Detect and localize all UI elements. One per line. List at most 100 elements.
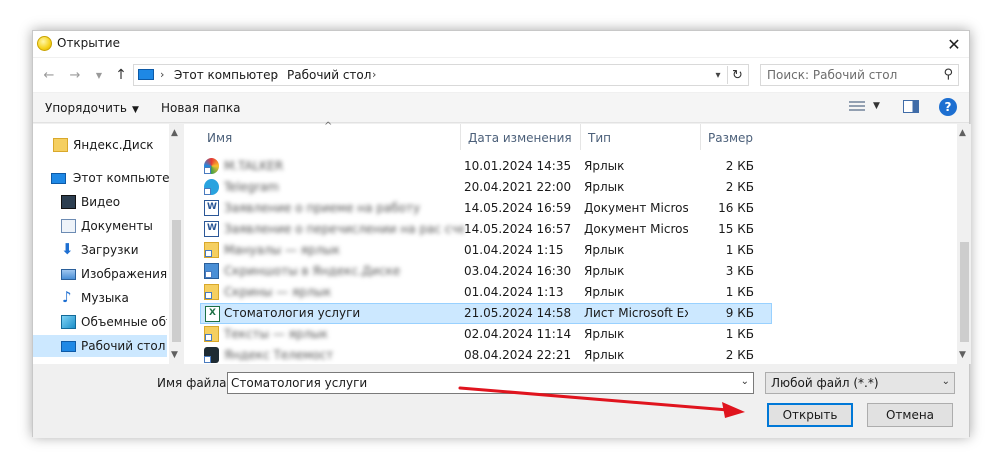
word-document-icon — [204, 200, 219, 216]
scroll-up-icon[interactable]: ▲ — [171, 128, 178, 138]
file-row[interactable]: Заявление о приеме на работу 14.05.2024 … — [200, 198, 772, 219]
file-list-scroll-thumb[interactable] — [960, 242, 969, 342]
file-row[interactable]: Мануалы — ярлык 01.04.2024 1:15 Ярлык 1 … — [200, 240, 772, 261]
3d-objects-icon — [61, 315, 76, 329]
column-header-date[interactable]: Дата изменения — [461, 124, 581, 150]
breadcrumb-separator-icon[interactable]: › — [274, 68, 278, 81]
organize-button[interactable]: Упорядочить ▼ — [45, 101, 139, 115]
file-date: 14.05.2024 16:57 — [464, 222, 572, 236]
recent-locations-chevron-down-icon[interactable]: ▼ — [89, 66, 109, 84]
breadcrumb-desktop[interactable]: Рабочий стол — [287, 68, 371, 82]
file-type: Ярлык — [584, 159, 625, 173]
file-name: M.TALKER — [224, 159, 284, 173]
file-date: 03.04.2024 16:30 — [464, 264, 572, 278]
nav-item-label: Документы — [81, 219, 153, 233]
column-header-type[interactable]: Тип — [581, 124, 701, 150]
file-list: ^ Имя Дата изменения Тип Размер M.TALKER… — [184, 121, 971, 366]
open-button[interactable]: Открыть — [767, 403, 853, 427]
file-type: Ярлык — [584, 327, 625, 341]
nav-item-downloads[interactable]: ⬇ Загрузки — [33, 239, 167, 261]
up-arrow-icon[interactable]: ↑ — [111, 66, 131, 84]
refresh-icon[interactable]: ↻ — [727, 66, 747, 84]
filename-input[interactable]: Стоматология услуги ⌄ — [227, 372, 754, 394]
file-name: Стоматология услуги — [224, 306, 361, 320]
view-options-chevron-down-icon[interactable]: ▼ — [873, 101, 880, 111]
file-name: Яндекс Телемост — [224, 348, 334, 362]
scroll-up-icon[interactable]: ▲ — [959, 128, 966, 138]
this-pc-icon — [51, 173, 66, 184]
view-options-icon[interactable] — [849, 101, 865, 113]
file-row[interactable]: Telegram 20.04.2021 22:00 Ярлык 2 КБ — [200, 177, 772, 198]
address-history-chevron-down-icon[interactable]: ▾ — [710, 67, 726, 83]
nav-item-video[interactable]: Видео — [33, 191, 167, 213]
organize-label: Упорядочить — [45, 101, 127, 115]
chevron-down-icon: ▼ — [131, 105, 139, 115]
forward-arrow-icon[interactable]: → — [65, 66, 85, 84]
file-row-selected[interactable]: Стоматология услуги 21.05.2024 14:58 Лис… — [200, 303, 772, 324]
file-type-filter-select[interactable]: Любой файл (*.*) ⌄ — [765, 372, 955, 394]
nav-item-this-pc[interactable]: Этот компьютер — [33, 167, 177, 189]
close-button[interactable]: ✕ — [939, 31, 969, 57]
file-size: 2 КБ — [725, 180, 754, 194]
nav-scroll-thumb[interactable] — [172, 220, 181, 342]
file-name: Telegram — [224, 180, 279, 194]
nav-item-label: Объемные объ — [81, 315, 167, 329]
address-bar[interactable]: › Этот компьютер › Рабочий стол › ▾ ↻ — [133, 64, 749, 86]
nav-item-yandex-disk[interactable]: Яндекс.Диск — [33, 134, 167, 156]
file-type-filter-value: Любой файл (*.*) — [771, 376, 879, 390]
file-size: 1 КБ — [725, 327, 754, 341]
nav-item-3d-objects[interactable]: Объемные объ — [33, 311, 167, 333]
scroll-down-icon[interactable]: ▼ — [959, 350, 966, 360]
file-date: 02.04.2024 11:14 — [464, 327, 572, 341]
file-type: Лист Microsoft Ex... — [584, 306, 688, 320]
file-date: 01.04.2024 1:15 — [464, 243, 564, 257]
breadcrumb-separator-icon[interactable]: › — [372, 68, 376, 81]
new-folder-button[interactable]: Новая папка — [161, 101, 240, 115]
pictures-icon — [61, 269, 76, 280]
nav-item-desktop[interactable]: Рабочий стол — [33, 335, 167, 357]
search-icon[interactable]: ⚲ — [943, 67, 953, 82]
nav-item-pictures[interactable]: Изображения — [33, 263, 167, 285]
file-date: 10.01.2024 14:35 — [464, 159, 572, 173]
file-row[interactable]: Скриншоты в Яндекс.Диске 03.04.2024 16:3… — [200, 261, 772, 282]
column-header-size[interactable]: Размер — [701, 124, 773, 150]
back-arrow-icon[interactable]: ← — [39, 66, 59, 84]
file-row[interactable]: Скрины — ярлык 01.04.2024 1:13 Ярлык 1 К… — [200, 282, 772, 303]
folder-shortcut-icon — [204, 242, 219, 258]
nav-item-documents[interactable]: Документы — [33, 215, 167, 237]
breadcrumb-this-pc[interactable]: Этот компьютер — [174, 68, 278, 82]
nav-item-music[interactable]: ♪ Музыка — [33, 287, 167, 309]
app-shortcut-icon — [204, 158, 219, 174]
file-name: Заявление о приеме на работу — [224, 201, 421, 215]
cancel-button[interactable]: Отмена — [867, 403, 953, 427]
scroll-down-icon[interactable]: ▼ — [171, 350, 178, 360]
nav-item-label: Этот компьютер — [73, 171, 178, 185]
nav-item-label: Музыка — [81, 291, 129, 305]
nav-item-label: Загрузки — [81, 243, 139, 257]
nav-scrollbar[interactable]: ▲ ▼ — [169, 124, 183, 364]
help-icon[interactable]: ? — [939, 98, 957, 116]
file-type: Ярлык — [584, 180, 625, 194]
file-name: Заявление о перечислении на рас счет — [224, 222, 464, 236]
file-row[interactable]: Яндекс Телемост 08.04.2024 22:21 Ярлык 2… — [200, 345, 772, 366]
breadcrumb-separator-icon[interactable]: › — [160, 68, 164, 81]
column-header-name[interactable]: Имя — [200, 124, 461, 150]
file-row[interactable]: M.TALKER 10.01.2024 14:35 Ярлык 2 КБ — [200, 156, 772, 177]
preview-pane-icon[interactable] — [903, 100, 919, 113]
search-input[interactable]: Поиск: Рабочий стол ⚲ — [760, 64, 959, 86]
file-type: Документ Micros... — [584, 201, 688, 215]
navigation-pane: Яндекс.Диск Этот компьютер Видео Докумен… — [33, 124, 183, 364]
yandex-disk-icon — [53, 138, 68, 152]
file-type: Ярлык — [584, 348, 625, 362]
image-shortcut-icon — [204, 263, 219, 279]
file-name: Скриншоты в Яндекс.Диске — [224, 264, 401, 278]
filename-history-chevron-down-icon[interactable]: ⌄ — [741, 376, 749, 387]
file-size: 16 КБ — [718, 201, 754, 215]
file-row[interactable]: Тексты — ярлык 02.04.2024 11:14 Ярлык 1 … — [200, 324, 772, 345]
documents-icon — [61, 219, 76, 233]
file-list-scrollbar[interactable]: ▲ ▼ — [957, 124, 971, 364]
file-size: 1 КБ — [725, 285, 754, 299]
nav-item-label: Изображения — [81, 267, 168, 281]
app-shortcut-icon — [204, 347, 219, 363]
file-row[interactable]: Заявление о перечислении на рас счет 14.… — [200, 219, 772, 240]
